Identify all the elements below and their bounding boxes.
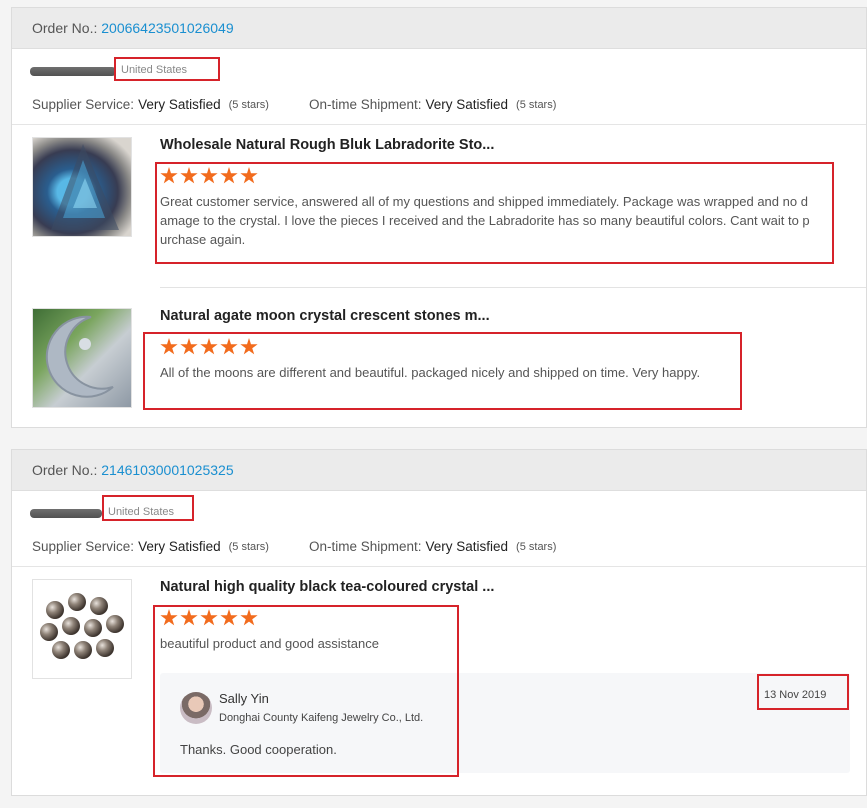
order-number-label: Order No.: bbox=[32, 20, 98, 36]
order-number-label: Order No.: bbox=[32, 462, 98, 478]
order-card: Order No.: 21461030001025325 United Stat… bbox=[11, 449, 867, 796]
star-rating bbox=[160, 338, 258, 356]
agate-moon-image bbox=[45, 315, 114, 398]
star-icon bbox=[220, 609, 238, 626]
shipment-value: Very Satisfied bbox=[425, 97, 509, 112]
star-icon bbox=[240, 167, 258, 184]
order-header: Order No.: 20066423501026049 bbox=[12, 8, 866, 49]
redacted-buyer-name bbox=[30, 67, 116, 76]
product-title[interactable]: Natural high quality black tea-coloured … bbox=[160, 579, 494, 595]
shipment-label: On-time Shipment: bbox=[308, 97, 422, 112]
supplier-service-value: Very Satisfied bbox=[138, 97, 221, 112]
supplier-service-label: Supplier Service: bbox=[32, 97, 135, 112]
labradorite-image bbox=[51, 144, 119, 230]
shipment-stars: (5 stars) bbox=[516, 98, 557, 111]
review-text: All of the moons are different and beaut… bbox=[160, 365, 701, 380]
shipment-stars: (5 stars) bbox=[516, 540, 557, 553]
review-text: beautiful product and good assistance bbox=[160, 636, 379, 651]
supplier-service-value: Very Satisfied bbox=[138, 539, 221, 554]
star-icon bbox=[220, 167, 238, 184]
star-icon bbox=[200, 338, 218, 355]
seller-shop[interactable]: Donghai County Kaifeng Jewelry Co., Ltd. bbox=[219, 712, 423, 724]
product-thumbnail[interactable] bbox=[32, 579, 132, 679]
ratings-row: Supplier Service: Very Satisfied (5 star… bbox=[12, 85, 866, 125]
supplier-service-stars: (5 stars) bbox=[228, 98, 269, 111]
order-header: Order No.: 21461030001025325 bbox=[12, 450, 866, 491]
star-icon bbox=[240, 338, 258, 355]
star-rating bbox=[160, 167, 258, 185]
order-number-link[interactable]: 20066423501026049 bbox=[101, 20, 233, 36]
product-thumbnail[interactable] bbox=[32, 137, 132, 237]
buyer-country: United States bbox=[121, 64, 188, 76]
star-icon bbox=[240, 609, 258, 626]
item-divider bbox=[160, 287, 866, 288]
review-item: Wholesale Natural Rough Bluk Labradorite… bbox=[32, 137, 862, 287]
review-item: Natural agate moon crystal crescent ston… bbox=[32, 308, 862, 418]
review-item: Natural high quality black tea-coloured … bbox=[32, 579, 862, 789]
buyer-row: United States bbox=[12, 57, 866, 85]
review-text: Great customer service, answered all of … bbox=[160, 194, 810, 247]
seller-name: Sally Yin bbox=[219, 691, 269, 706]
redacted-buyer-name bbox=[30, 509, 102, 518]
star-icon bbox=[180, 338, 198, 355]
star-icon bbox=[160, 338, 178, 355]
product-title[interactable]: Natural agate moon crystal crescent ston… bbox=[160, 308, 490, 324]
crystal-spheres-image bbox=[40, 593, 124, 659]
star-icon bbox=[180, 609, 198, 626]
review-date: 13 Nov 2019 bbox=[764, 689, 827, 701]
ratings-row: Supplier Service: Very Satisfied (5 star… bbox=[12, 527, 866, 567]
seller-reply: Sally Yin Donghai County Kaifeng Jewelry… bbox=[160, 673, 850, 773]
star-icon bbox=[200, 609, 218, 626]
star-icon bbox=[160, 167, 178, 184]
product-title[interactable]: Wholesale Natural Rough Bluk Labradorite… bbox=[160, 137, 494, 153]
buyer-row: United States bbox=[12, 495, 866, 527]
star-icon bbox=[180, 167, 198, 184]
seller-avatar bbox=[180, 692, 212, 724]
reply-text: Thanks. Good cooperation. bbox=[180, 742, 337, 757]
buyer-country: United States bbox=[108, 506, 175, 518]
star-icon bbox=[220, 338, 238, 355]
supplier-service-label: Supplier Service: bbox=[32, 539, 135, 554]
star-icon bbox=[200, 167, 218, 184]
supplier-service-stars: (5 stars) bbox=[228, 540, 269, 553]
star-rating bbox=[160, 609, 258, 627]
shipment-label: On-time Shipment: bbox=[308, 539, 422, 554]
star-icon bbox=[160, 609, 178, 626]
shipment-value: Very Satisfied bbox=[425, 539, 509, 554]
order-number-link[interactable]: 21461030001025325 bbox=[101, 462, 233, 478]
order-card: Order No.: 20066423501026049 United Stat… bbox=[11, 7, 867, 428]
product-thumbnail[interactable] bbox=[32, 308, 132, 408]
